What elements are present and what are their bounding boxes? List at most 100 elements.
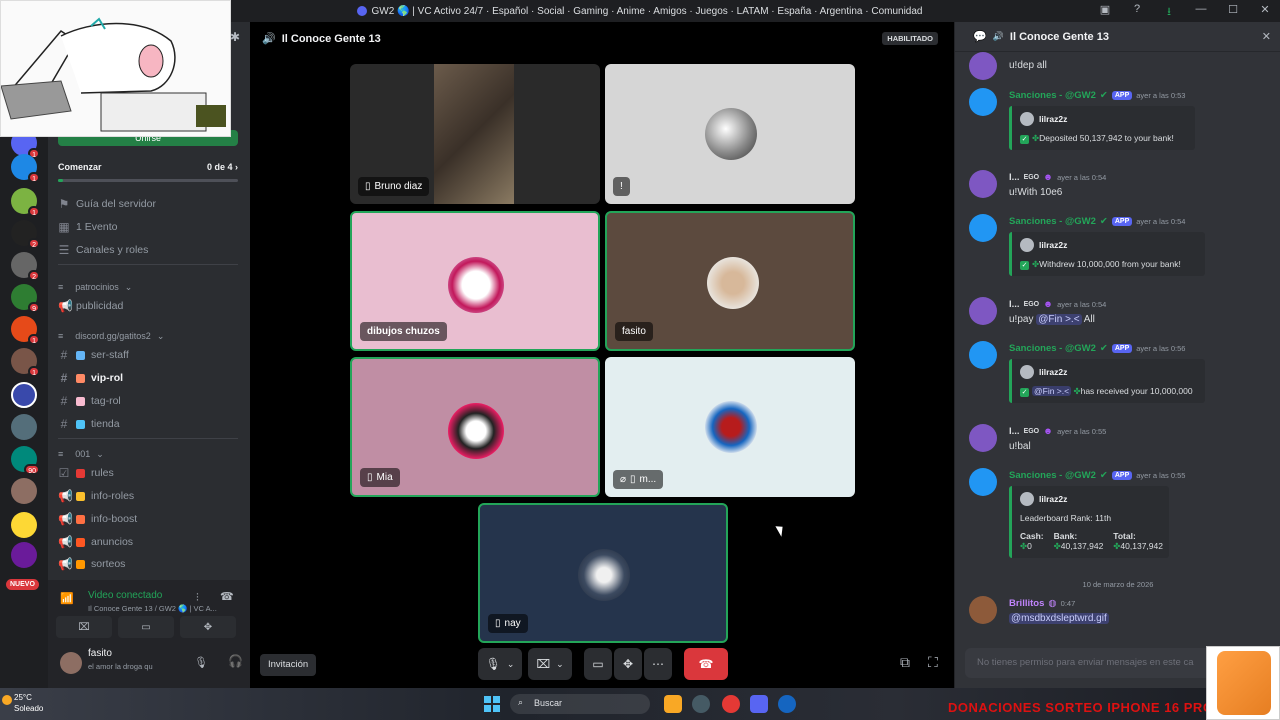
user-mention[interactable]: @Fin >.< <box>1036 314 1082 325</box>
minimize-button[interactable]: — <box>1194 3 1208 22</box>
video-tile-m[interactable]: ⌀ ▯ m... <box>605 357 855 497</box>
screen-share-icon: ▭ <box>592 657 604 671</box>
user-name[interactable]: fasito <box>88 648 112 659</box>
camera-button[interactable]: ⌧ ⌄ <box>528 648 572 680</box>
maximize-button[interactable]: ☐ <box>1226 3 1240 22</box>
emoji-icon <box>76 350 85 360</box>
download-icon[interactable]: ⭳ <box>1162 3 1176 22</box>
cursor-icon <box>775 523 787 537</box>
more-options-button[interactable]: ⋯ <box>644 648 672 680</box>
microphone-icon[interactable]: 🎙 <box>194 656 208 669</box>
avatar[interactable] <box>969 297 997 325</box>
voice-channel-link[interactable]: Il Conoce Gente 13 / GW2 🌎 | VC A... <box>88 604 218 613</box>
server-icon[interactable]: 1 <box>11 348 40 377</box>
app-icon[interactable] <box>692 695 710 713</box>
bot-avatar[interactable] <box>969 468 997 496</box>
popout-icon[interactable]: ⧉ <box>900 654 910 671</box>
inbox-icon[interactable]: ▣ <box>1098 3 1112 22</box>
windows-start-icon[interactable] <box>484 696 500 712</box>
avatar[interactable] <box>60 652 82 674</box>
activities-button[interactable]: ✥ <box>180 616 236 638</box>
emoji-icon <box>76 468 85 478</box>
attachment-link[interactable]: @msdbxdsleptwrd.gif <box>1009 613 1109 624</box>
category-patrocinios[interactable]: ≡ patrocinios ⌄ <box>58 280 246 294</box>
video-tile-mia[interactable]: ▯ Mia <box>350 357 600 497</box>
category-001[interactable]: ≡ 001 ⌄ <box>58 447 246 461</box>
server-icon-gw2[interactable] <box>11 382 37 408</box>
video-tile-bruno[interactable]: ▯ Bruno diaz <box>350 64 600 204</box>
fullscreen-icon[interactable]: ⛶ <box>928 654 938 671</box>
onboarding-label: Comenzar <box>58 162 102 172</box>
chat-header: 💬 🔊 Il Conoce Gente 13 ✕ <box>955 22 1280 52</box>
settings-icon[interactable]: ✱ <box>230 30 240 44</box>
channel-sorteos[interactable]: 📢 sorteos <box>58 555 246 573</box>
taskbar-search[interactable]: ⌕ Buscar <box>510 694 650 714</box>
video-tile-nay[interactable]: ▯ nay <box>478 503 728 643</box>
events-link[interactable]: ▦ 1 Evento <box>58 218 246 236</box>
server-icon[interactable] <box>11 512 37 538</box>
user-status: el amor la droga qu <box>88 662 153 671</box>
avatar[interactable] <box>969 596 997 624</box>
channel-tag-rol[interactable]: # tag-rol <box>58 392 246 410</box>
channel-tienda[interactable]: # tienda <box>58 415 246 433</box>
video-tile-dibujos[interactable]: dibujos chuzos <box>350 211 600 351</box>
avatar <box>1020 238 1034 252</box>
server-icon[interactable] <box>11 542 37 568</box>
phone-icon: ▯ <box>495 618 501 629</box>
channel-ser-staff[interactable]: # ser-staff <box>58 346 246 364</box>
bot-avatar[interactable] <box>969 214 997 242</box>
bot-avatar[interactable] <box>969 341 997 369</box>
onboarding-header[interactable]: Comenzar 0 de 4 › <box>58 162 238 172</box>
channel-info-boost[interactable]: 📢 info-boost <box>58 510 246 528</box>
hash-icon: # <box>60 348 68 362</box>
channels-roles-link[interactable]: ☰ Canales y roles <box>58 241 246 259</box>
bot-avatar[interactable] <box>969 88 997 116</box>
server-icon[interactable]: 9 <box>11 284 40 313</box>
video-tile-unknown[interactable]: ! <box>605 64 855 204</box>
server-icon[interactable]: 1 <box>11 316 40 345</box>
noise-suppression-icon[interactable]: ⫶ <box>196 592 199 605</box>
server-icon[interactable]: 1 <box>11 154 40 183</box>
server-icon[interactable] <box>11 414 37 440</box>
signal-icon[interactable]: 📶 <box>60 592 74 605</box>
cat-drawing-image <box>1 17 226 132</box>
close-button[interactable]: ✕ <box>1258 3 1272 22</box>
avatar <box>448 403 504 459</box>
camera-button[interactable]: ⌧ <box>56 616 112 638</box>
steam-icon[interactable] <box>778 695 796 713</box>
avatar[interactable] <box>969 52 997 80</box>
close-icon[interactable]: ✕ <box>1262 30 1271 43</box>
avatar[interactable] <box>969 170 997 198</box>
channel-publicidad[interactable]: 📢 publicidad <box>58 297 246 315</box>
camera-off-icon: ⌧ <box>78 621 90 633</box>
avatar[interactable] <box>969 424 997 452</box>
phone-graphic <box>1217 651 1271 715</box>
category-discord[interactable]: ≡ discord.gg/gatitos2 ⌄ <box>58 329 246 343</box>
weather-widget[interactable]: 25°C Soleado <box>14 692 43 714</box>
chrome-icon[interactable] <box>722 695 740 713</box>
file-explorer-icon[interactable] <box>664 695 682 713</box>
microphone-button[interactable]: 🎙 ⌄ <box>478 648 522 680</box>
server-icon[interactable]: 1 <box>11 188 40 217</box>
server-icon[interactable] <box>11 478 37 504</box>
video-tile-fasito[interactable]: fasito <box>605 211 855 351</box>
headphones-icon[interactable]: 🎧 <box>228 654 243 668</box>
server-guide-link[interactable]: ⚑ Guía del servidor <box>58 195 246 213</box>
channel-info-roles[interactable]: 📢 info-roles <box>58 487 246 505</box>
server-icon[interactable]: 90 <box>11 446 40 475</box>
channel-anuncios[interactable]: 📢 anuncios <box>58 533 246 551</box>
channel-vip-rol[interactable]: # vip-rol <box>58 369 246 387</box>
disconnect-icon[interactable]: ☎ <box>220 590 234 603</box>
screen-share-button[interactable]: ▭ <box>584 648 612 680</box>
help-icon[interactable]: ? <box>1130 3 1144 22</box>
tile-label: dibujos chuzos <box>360 322 447 341</box>
channel-rules[interactable]: ☑ rules <box>58 464 246 482</box>
server-icon[interactable]: 2 <box>11 220 40 249</box>
discord-taskbar-icon[interactable] <box>750 695 768 713</box>
invite-button[interactable]: Invitación <box>260 654 317 676</box>
author-name[interactable]: Sanciones - @GW2 <box>1009 90 1096 101</box>
activities-button[interactable]: ✥ <box>614 648 642 680</box>
screen-share-button[interactable]: ▭ <box>118 616 174 638</box>
server-icon[interactable]: 2 <box>11 252 40 281</box>
end-call-button[interactable]: ☎ <box>684 648 728 680</box>
